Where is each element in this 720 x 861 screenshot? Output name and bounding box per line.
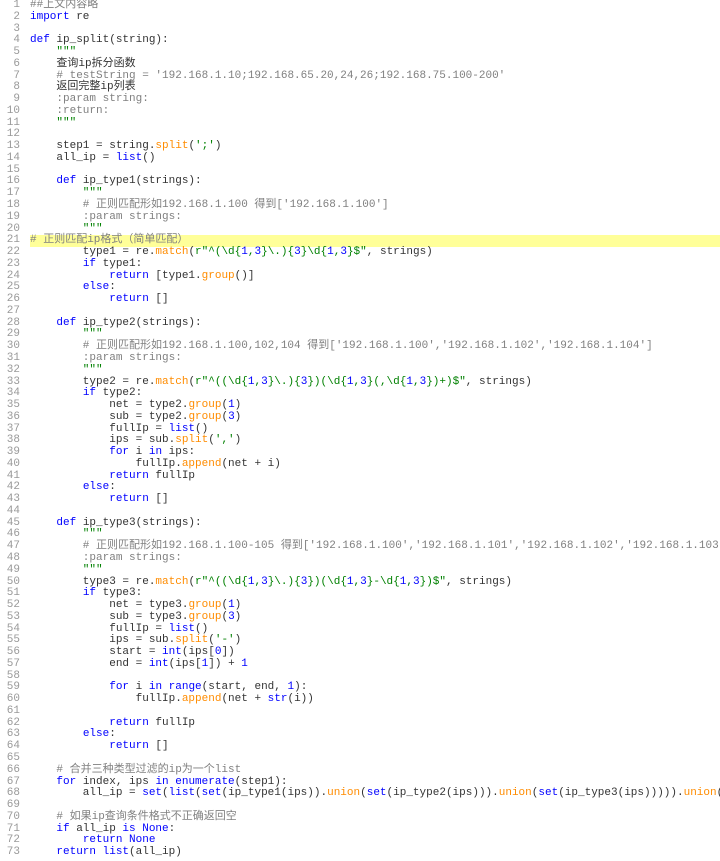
line-number: 53 [2, 612, 20, 624]
code-line: :return: [30, 106, 720, 118]
line-number: 36 [2, 412, 20, 424]
line-number: 6 [2, 59, 20, 71]
line-number-gutter: 1234567891011121314151617181920212223242… [0, 0, 26, 859]
code-line: def ip_type3(strings): [30, 518, 720, 530]
code-line: return list(all_ip) [30, 847, 720, 859]
line-number: 31 [2, 353, 20, 365]
code-line: """ [30, 118, 720, 130]
line-number: 40 [2, 459, 20, 471]
line-number: 44 [2, 506, 20, 518]
code-line: def ip_type2(strings): [30, 318, 720, 330]
line-number: 61 [2, 706, 20, 718]
code-line: :param string: [30, 94, 720, 106]
line-number: 70 [2, 812, 20, 824]
line-number: 57 [2, 659, 20, 671]
line-number: 32 [2, 365, 20, 377]
line-number: 73 [2, 847, 20, 859]
code-line: return [] [30, 294, 720, 306]
code-line: return [] [30, 741, 720, 753]
line-number: 65 [2, 753, 20, 765]
code-line: def ip_type1(strings): [30, 176, 720, 188]
line-number: 66 [2, 765, 20, 777]
code-line [30, 506, 720, 518]
code-line: # 合并三种类型过滤的ip为一个list [30, 765, 720, 777]
code-pre: ##上文内容略import re def ip_split(string): "… [30, 0, 720, 859]
code-line: sub = type3.group(3) [30, 612, 720, 624]
code-line: ##上文内容略 [30, 0, 720, 12]
code-line: return fullIp [30, 471, 720, 483]
code-line [30, 306, 720, 318]
line-number: 48 [2, 553, 20, 565]
line-number: 27 [2, 306, 20, 318]
code-line: return fullIp [30, 718, 720, 730]
line-number: 14 [2, 153, 20, 165]
code-line: all_ip = set(list(set(ip_type1(ips)).uni… [30, 788, 720, 800]
code-area: ##上文内容略import re def ip_split(string): "… [26, 0, 720, 859]
code-line: return [type1.group()] [30, 271, 720, 283]
line-number: 1 [2, 0, 20, 12]
code-line: sub = type2.group(3) [30, 412, 720, 424]
line-number: 2 [2, 12, 20, 24]
code-line: import re [30, 12, 720, 24]
line-number: 10 [2, 106, 20, 118]
code-container: 1234567891011121314151617181920212223242… [0, 0, 720, 859]
code-line: all_ip = list() [30, 153, 720, 165]
code-line: :param strings: [30, 353, 720, 365]
code-line: return [] [30, 494, 720, 506]
code-line: def ip_split(string): [30, 35, 720, 47]
line-number: 49 [2, 565, 20, 577]
line-number: 19 [2, 212, 20, 224]
code-line: :param strings: [30, 553, 720, 565]
code-line: :param strings: [30, 212, 720, 224]
line-number: 23 [2, 259, 20, 271]
code-line: fullIp.append(net + str(i)) [30, 694, 720, 706]
code-line: end = int(ips[1]) + 1 [30, 659, 720, 671]
